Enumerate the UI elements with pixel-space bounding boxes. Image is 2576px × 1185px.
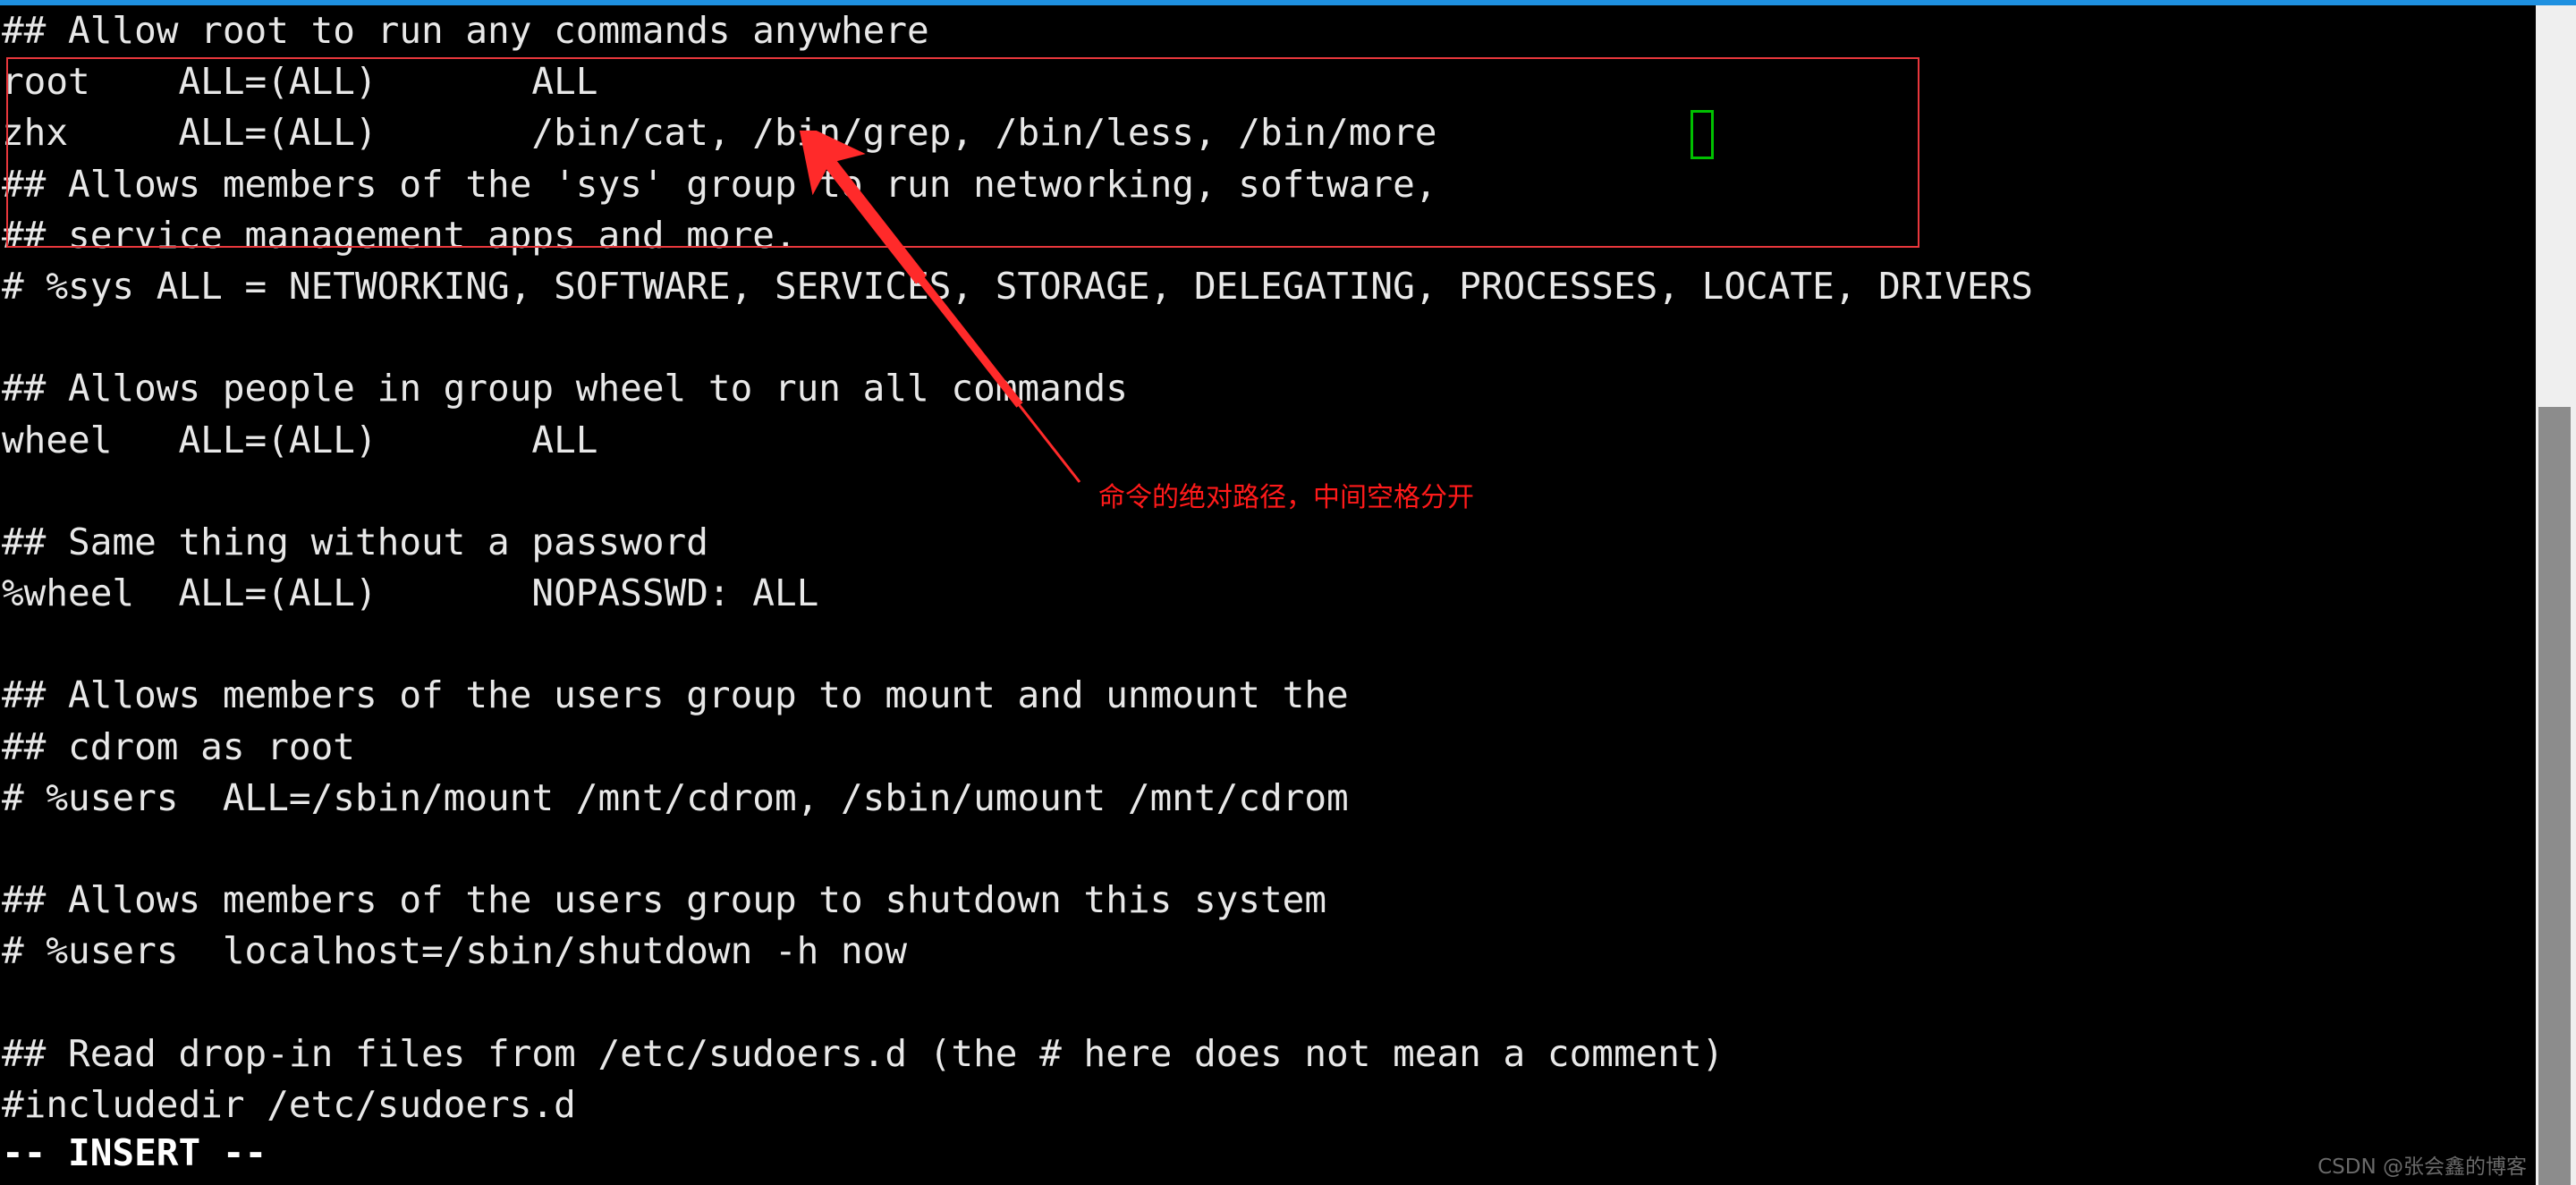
code-line: # %sys ALL = NETWORKING, SOFTWARE, SERVI… — [2, 264, 2033, 308]
code-line: root ALL=(ALL) ALL — [2, 60, 598, 104]
editor-text-buffer[interactable]: ## Allow root to run any commands anywhe… — [0, 5, 2536, 1175]
code-line: #includedir /etc/sudoers.d — [2, 1082, 576, 1126]
code-line: ## Allows members of the users group to … — [2, 673, 1349, 717]
code-line: ## Allows people in group wheel to run a… — [2, 367, 1128, 411]
code-line: ## Allows members of the users group to … — [2, 878, 1327, 922]
code-line: ## service management apps and more. — [2, 213, 797, 257]
code-line: ## Read drop-in files from /etc/sudoers.… — [2, 1031, 1724, 1075]
code-line: wheel ALL=(ALL) ALL — [2, 418, 598, 461]
vim-status-line: -- INSERT -- — [2, 1131, 267, 1175]
code-line: ## Allow root to run any commands anywhe… — [2, 9, 929, 52]
vertical-scrollbar-thumb[interactable] — [2538, 407, 2571, 1185]
code-line: ## cdrom as root — [2, 724, 355, 768]
csdn-watermark: CSDN @张会鑫的博客 — [2318, 1155, 2527, 1179]
annotation-caption-text: 命令的绝对路径，中间空格分开 — [1098, 482, 1474, 513]
code-line: # %users localhost=/sbin/shutdown -h now — [2, 929, 908, 973]
code-line: ## Same thing without a password — [2, 520, 708, 563]
terminal-editor-surface[interactable]: ## Allow root to run any commands anywhe… — [0, 5, 2536, 1185]
vertical-scrollbar-track[interactable] — [2536, 5, 2576, 1185]
window-top-accent-bar — [0, 0, 2576, 5]
code-line: ## Allows members of the 'sys' group to … — [2, 162, 1437, 206]
text-cursor-block — [1690, 110, 1714, 159]
code-line: zhx ALL=(ALL) /bin/cat, /bin/grep, /bin/… — [2, 111, 1437, 155]
code-line: # %users ALL=/sbin/mount /mnt/cdrom, /sb… — [2, 775, 1349, 819]
code-line: %wheel ALL=(ALL) NOPASSWD: ALL — [2, 571, 819, 615]
